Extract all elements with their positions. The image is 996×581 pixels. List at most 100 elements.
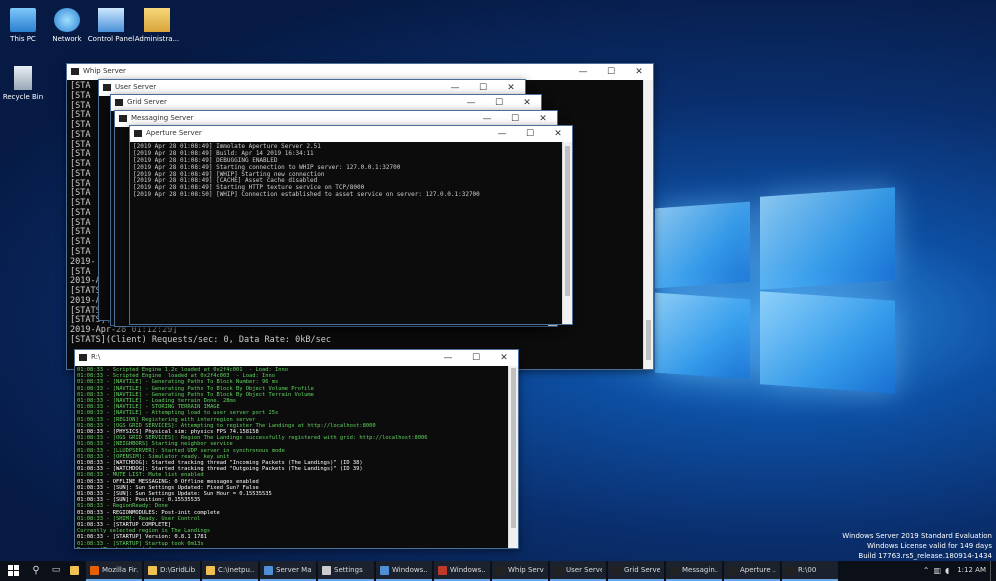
app-icon: [670, 565, 679, 575]
watermark-edition: Windows Server 2019 Standard Evaluation: [842, 532, 992, 540]
window-title: R:\: [91, 353, 101, 361]
taskbar-app-button[interactable]: Whip Serv...: [492, 561, 548, 581]
volume-tray-icon[interactable]: ◖: [945, 566, 949, 575]
user-folder-icon: [144, 8, 170, 32]
taskbar-app-label: Server Ma...: [276, 566, 312, 574]
control-panel-icon: [98, 8, 124, 32]
network-icon: [54, 8, 80, 32]
taskbar-app-label: R:\00: [798, 566, 817, 574]
recycle-bin-icon: [14, 66, 32, 90]
window-title: Aperture Server: [146, 129, 202, 137]
app-icon: [728, 565, 737, 575]
taskbar-app-button[interactable]: C:\inetpu...: [202, 561, 258, 581]
app-icon: [786, 565, 795, 575]
scrollbar[interactable]: [643, 80, 653, 369]
scrollbar[interactable]: [508, 366, 518, 548]
taskbar-app-button[interactable]: Windows...: [376, 561, 432, 581]
desktop-icon-label: Recycle Bin: [2, 93, 44, 101]
maximize-button[interactable]: ☐: [516, 126, 544, 142]
app-icon: [380, 565, 389, 575]
desktop-icon-label: This PC: [10, 35, 36, 43]
region-console-window[interactable]: R:\ — ☐ ✕ 01:08:33 - Scripted Engine 1.2…: [74, 349, 519, 549]
console-line: [2019 Apr 28 01:08:50] [WHIP] Connection…: [133, 191, 480, 199]
window-titlebar[interactable]: Whip Server — ☐ ✕: [67, 64, 653, 80]
show-desktop-button[interactable]: [990, 561, 996, 581]
taskbar-app-label: D:\GridLib...: [160, 566, 196, 574]
taskbar-app-button[interactable]: Messagin...: [666, 561, 722, 581]
taskbar: ⚲ ▭ Mozilla Fir... D:\GridLib... C:\inetpu…: [0, 561, 996, 581]
app-icon: [206, 565, 215, 575]
clock-time: 1:12 AM: [957, 566, 986, 574]
maximize-button[interactable]: ☐: [462, 350, 490, 366]
watermark-license: Windows License valid for 149 days: [866, 542, 992, 550]
desktop-icon-administrator[interactable]: Administra...: [126, 8, 188, 43]
minimize-button[interactable]: —: [457, 95, 485, 111]
computer-icon: [10, 8, 36, 32]
desktop-icon-recycle-bin[interactable]: Recycle Bin: [0, 66, 54, 101]
taskbar-app-label: Settings: [334, 566, 363, 574]
maximize-button[interactable]: ☐: [597, 64, 625, 80]
console-output: 01:08:33 - Scripted Engine 1.2c loaded a…: [75, 366, 509, 548]
window-title: Messaging Server: [131, 114, 194, 122]
window-titlebar[interactable]: R:\ — ☐ ✕: [75, 350, 518, 366]
app-icon: [612, 565, 621, 575]
console-icon: [115, 99, 123, 106]
app-icon: [264, 565, 273, 575]
taskbar-app-label: Aperture ...: [740, 566, 776, 574]
taskbar-app-label: Mozilla Fir...: [102, 566, 138, 574]
taskbar-app-label: Windows...: [450, 566, 486, 574]
app-icon: [496, 565, 505, 575]
taskbar-app-button[interactable]: Settings: [318, 561, 374, 581]
minimize-button[interactable]: —: [434, 350, 462, 366]
taskbar-app-button[interactable]: Server Ma...: [260, 561, 316, 581]
close-button[interactable]: ✕: [490, 350, 518, 366]
aperture-server-window[interactable]: Aperture Server — ☐ ✕ [2019 Apr 28 01:08…: [129, 125, 573, 325]
app-icon: [438, 565, 447, 575]
tray-icon[interactable]: ⌃: [923, 566, 930, 575]
folder-icon: [70, 565, 79, 575]
taskbar-app-button[interactable]: D:\GridLib...: [144, 561, 200, 581]
start-button[interactable]: [0, 561, 26, 581]
taskbar-app-label: Whip Serv...: [508, 566, 544, 574]
taskbar-app-button[interactable]: Mozilla Fir...: [86, 561, 142, 581]
maximize-button[interactable]: ☐: [485, 95, 513, 111]
minimize-button[interactable]: —: [569, 64, 597, 80]
desktop-icon-label: Administra...: [134, 35, 180, 43]
taskbar-app-button[interactable]: User Server: [550, 561, 606, 581]
console-icon: [103, 84, 111, 91]
desktop-icon-label: Network: [52, 35, 82, 43]
app-icon: [148, 565, 157, 575]
console-output: [2019 Apr 28 01:08:49] Immolate Aperture…: [130, 142, 563, 324]
console-icon: [119, 115, 127, 122]
close-button[interactable]: ✕: [625, 64, 653, 80]
console-line: [STATS](Client) Requests/sec: 0, Data Ra…: [70, 334, 331, 345]
app-icon: [90, 565, 99, 575]
taskbar-app-label: User Server: [566, 566, 602, 574]
taskbar-app-label: C:\inetpu...: [218, 566, 254, 574]
explorer-pinned-button[interactable]: [66, 561, 86, 581]
clock[interactable]: 1:12 AM: [953, 561, 990, 581]
watermark-build: Build 17763.rs5_release.180914-1434: [858, 552, 992, 560]
window-titlebar[interactable]: Grid Server — ☐ ✕: [111, 95, 541, 111]
console-icon: [71, 68, 79, 75]
minimize-button[interactable]: —: [488, 126, 516, 142]
window-title: User Server: [115, 83, 157, 91]
window-title: Grid Server: [127, 98, 167, 106]
windows-start-icon: [7, 564, 19, 576]
taskbar-app-button[interactable]: Aperture ...: [724, 561, 780, 581]
scrollbar[interactable]: [562, 142, 572, 324]
console-line: Region (The Landings) #: [77, 547, 507, 548]
network-tray-icon[interactable]: ▥: [933, 566, 941, 575]
close-button[interactable]: ✕: [513, 95, 541, 111]
window-titlebar[interactable]: Aperture Server — ☐ ✕: [130, 126, 572, 142]
app-icon: [322, 565, 331, 575]
taskbar-app-label: Messagin...: [682, 566, 718, 574]
taskbar-app-button[interactable]: R:\00: [782, 561, 838, 581]
system-tray[interactable]: ⌃ ▥ ◖: [919, 561, 953, 581]
taskbar-app-button[interactable]: Windows...: [434, 561, 490, 581]
taskbar-app-button[interactable]: Grid Server: [608, 561, 664, 581]
search-button[interactable]: ⚲: [26, 561, 46, 581]
task-view-button[interactable]: ▭: [46, 561, 66, 581]
close-button[interactable]: ✕: [544, 126, 572, 142]
console-icon: [134, 130, 142, 137]
